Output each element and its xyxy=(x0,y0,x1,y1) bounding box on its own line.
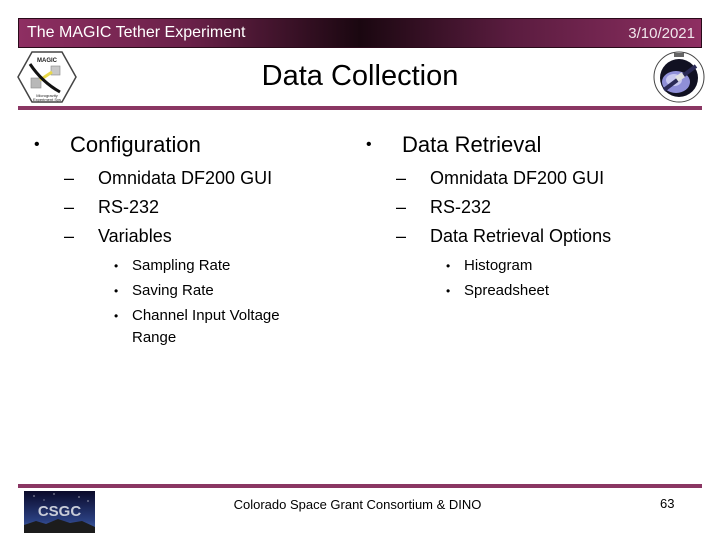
footer-text: Colorado Space Grant Consortium & DINO xyxy=(233,497,482,512)
sub-sub-bullet-text: Saving Rate xyxy=(132,282,214,299)
header-bar: The MAGIC Tether Experiment 3/10/2021 xyxy=(18,18,702,48)
sub-sub-bullet: • Sampling Rate xyxy=(34,255,344,280)
bullet-icon: • xyxy=(114,309,119,323)
dash-icon: – xyxy=(64,226,75,246)
sub-sub-bullet-text: Histogram xyxy=(464,257,533,274)
sub-sub-bullet-text: Sampling Rate xyxy=(132,257,231,274)
title-separator xyxy=(18,106,702,110)
sub-bullet: – RS-232 xyxy=(34,193,344,222)
data-retrieval-column: • Data Retrieval – Omnidata DF200 GUI – … xyxy=(366,130,686,305)
bullet-configuration: • Configuration xyxy=(34,130,344,160)
dash-icon: – xyxy=(396,226,407,246)
bullet-icon: • xyxy=(34,136,40,153)
slide-date: 3/10/2021 xyxy=(628,25,695,42)
sub-bullet: – RS-232 xyxy=(366,193,686,222)
dash-icon: – xyxy=(396,197,407,217)
bullet-data-retrieval: • Data Retrieval xyxy=(366,130,686,160)
bullet-icon: • xyxy=(446,284,451,298)
csgc-logo-icon: CSGC xyxy=(24,491,95,533)
sub-sub-bullet: • Channel Input Voltage Range xyxy=(34,305,344,349)
sub-bullet-text: Omnidata DF200 GUI xyxy=(430,168,605,188)
svg-text:Experiment Sys: Experiment Sys xyxy=(33,97,61,102)
sub-sub-bullet-text: Channel Input Voltage Range xyxy=(132,307,280,346)
bullet-icon: • xyxy=(114,284,119,298)
footer-separator xyxy=(18,484,702,488)
page-number: 63 xyxy=(660,496,675,511)
slide-title: Data Collection xyxy=(261,60,459,92)
sub-sub-bullet: • Saving Rate xyxy=(34,280,344,305)
bullet-text: Configuration xyxy=(70,132,201,157)
bullet-icon: • xyxy=(366,136,372,153)
csgc-logo-text: CSGC xyxy=(38,503,82,520)
dash-icon: – xyxy=(396,168,407,188)
sub-bullet-text: Variables xyxy=(98,226,172,246)
presentation-title: The MAGIC Tether Experiment xyxy=(27,24,246,41)
bullet-text: Data Retrieval xyxy=(402,132,542,157)
sub-bullet-text: RS-232 xyxy=(98,197,160,217)
dash-icon: – xyxy=(64,197,75,217)
sub-bullet-text: Omnidata DF200 GUI xyxy=(98,168,273,188)
sub-bullet: – Variables xyxy=(34,222,344,251)
dash-icon: – xyxy=(64,168,75,188)
bullet-icon: • xyxy=(446,259,451,273)
bullet-icon: • xyxy=(114,259,119,273)
sub-bullet: – Data Retrieval Options xyxy=(366,222,686,251)
configuration-column: • Configuration – Omnidata DF200 GUI – R… xyxy=(34,130,344,349)
sub-bullet: – Omnidata DF200 GUI xyxy=(366,164,686,193)
sub-bullet: – Omnidata DF200 GUI xyxy=(34,164,344,193)
sub-sub-bullet: • Histogram xyxy=(366,255,686,280)
sub-sub-bullet-text: Spreadsheet xyxy=(464,282,550,299)
sub-bullet-text: RS-232 xyxy=(430,197,492,217)
sub-bullet-text: Data Retrieval Options xyxy=(430,226,612,246)
sub-sub-bullet: • Spreadsheet xyxy=(366,280,686,305)
